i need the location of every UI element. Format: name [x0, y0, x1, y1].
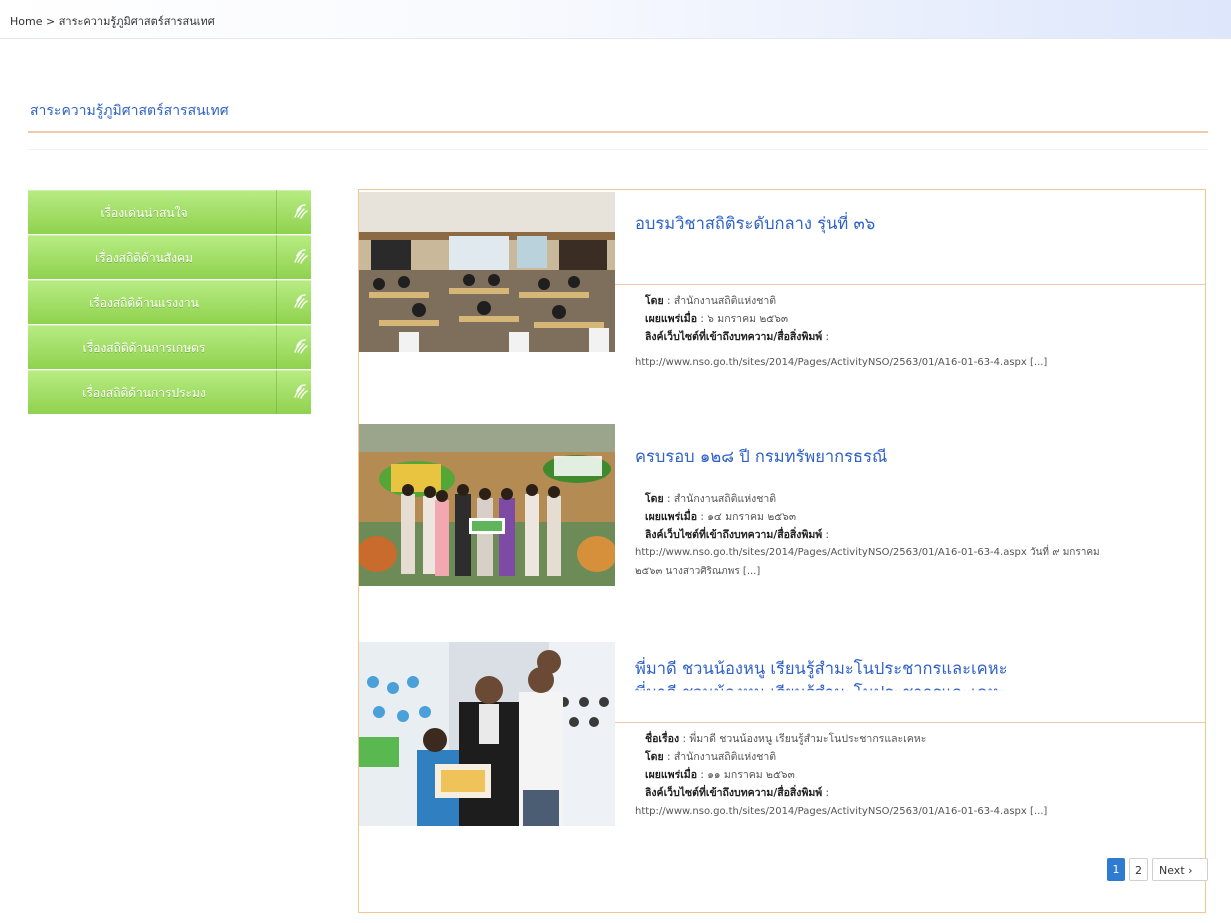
sign-language-icon	[294, 339, 308, 354]
published-value: ๖ มกราคม ๒๕๖๓	[707, 313, 789, 325]
article-divider	[615, 722, 1205, 723]
author-label: โดย	[645, 295, 664, 307]
article-link-label: ลิงค์เว็บไซต์ที่เข้าถึงบทความ/สื่อสิ่งพิ…	[645, 529, 830, 541]
article-title[interactable]: ครบรอบ ๑๒๘ ปี กรมทรัพยากรธรณี	[635, 444, 887, 470]
sidebar-item-label: เรื่องเด่นน่าสนใจ	[100, 206, 188, 220]
article-author: โดย : สำนักงานสถิติแห่งชาติ	[645, 493, 777, 505]
sidebar-item-fishery[interactable]: เรื่องสถิติด้านการประมง	[28, 370, 311, 414]
sidebar-item-label: เรื่องสถิติด้านการเกษตร	[82, 341, 206, 355]
article-thumbnail[interactable]	[359, 424, 615, 586]
link-label: ลิงค์เว็บไซต์ที่เข้าถึงบทความ/สื่อสิ่งพิ…	[645, 331, 823, 343]
published-label: เผยแพร่เมื่อ	[645, 769, 698, 781]
sidebar-menu: เรื่องเด่นน่าสนใจ เรื่องสถิติด้านสังคม เ…	[28, 190, 311, 415]
page-1-button[interactable]: 1	[1107, 858, 1125, 881]
article-divider	[615, 284, 1205, 285]
sidebar-divider	[276, 190, 277, 234]
name-label: ชื่อเรื่อง	[645, 733, 680, 745]
page-2-button[interactable]: 2	[1129, 858, 1148, 881]
page-title: สาระความรู้ภูมิศาสตร์สารสนเทศ	[30, 103, 229, 119]
sign-language-icon	[294, 249, 308, 264]
link-label: ลิงค์เว็บไซต์ที่เข้าถึงบทความ/สื่อสิ่งพิ…	[645, 787, 823, 799]
author-label: โดย	[645, 751, 664, 763]
top-bar: Home > สาระความรู้ภูมิศาสตร์สารสนเทศ	[0, 0, 1231, 39]
link-label: ลิงค์เว็บไซต์ที่เข้าถึงบทความ/สื่อสิ่งพิ…	[645, 529, 823, 541]
title-divider-secondary	[28, 149, 1208, 150]
sidebar-item-labor[interactable]: เรื่องสถิติด้านแรงงาน	[28, 280, 311, 324]
sign-language-icon	[294, 204, 308, 219]
article-title[interactable]: พี่มาดี ชวนน้องหนู เรียนรู้สำมะโนประชากร…	[635, 656, 1007, 682]
article-link-label: ลิงค์เว็บไซต์ที่เข้าถึงบทความ/สื่อสิ่งพิ…	[645, 787, 830, 799]
article-published: เผยแพร่เมื่อ : ๑๔ มกราคม ๒๕๖๓	[645, 511, 797, 523]
sidebar-item-label: เรื่องสถิติด้านสังคม	[95, 251, 193, 265]
sidebar-divider	[276, 370, 277, 414]
sidebar-divider	[276, 325, 277, 369]
article-link-label: ลิงค์เว็บไซต์ที่เข้าถึงบทความ/สื่อสิ่งพิ…	[645, 331, 830, 343]
breadcrumb[interactable]: Home > สาระความรู้ภูมิศาสตร์สารสนเทศ	[10, 12, 215, 30]
sign-language-icon	[294, 384, 308, 399]
sidebar-item-agriculture[interactable]: เรื่องสถิติด้านการเกษตร	[28, 325, 311, 369]
sidebar-item-social[interactable]: เรื่องสถิติด้านสังคม	[28, 235, 311, 279]
article-link[interactable]: http://www.nso.go.th/sites/2014/Pages/Ac…	[635, 803, 1047, 820]
article-thumbnail[interactable]	[359, 642, 615, 826]
sidebar-item-label: เรื่องสถิติด้านการประมง	[82, 386, 206, 400]
article-title-duplicate: พี่มาดี ชวนน้องหนู เรียนรู้สำมะโนประชากร…	[635, 683, 1008, 702]
article-title[interactable]: อบรมวิชาสถิติระดับกลาง รุ่นที่ ๓๖	[635, 211, 875, 237]
article-thumbnail[interactable]	[359, 192, 615, 352]
published-value: ๑๔ มกราคม ๒๕๖๓	[707, 511, 797, 523]
name-value: พี่มาดี ชวนน้องหนู เรียนรู้สำมะโนประชากร…	[689, 733, 927, 745]
sidebar-item-highlight[interactable]: เรื่องเด่นน่าสนใจ	[28, 190, 311, 234]
published-value: ๑๑ มกราคม ๒๕๖๓	[707, 769, 795, 781]
article-published: เผยแพร่เมื่อ : ๖ มกราคม ๒๕๖๓	[645, 313, 789, 325]
article-name: ชื่อเรื่อง : พี่มาดี ชวนน้องหนู เรียนรู้…	[645, 733, 927, 745]
article-author: โดย : สำนักงานสถิติแห่งชาติ	[645, 295, 777, 307]
published-label: เผยแพร่เมื่อ	[645, 511, 698, 523]
sign-language-icon	[294, 294, 308, 309]
next-page-button[interactable]: Next ›	[1152, 858, 1208, 881]
article-published: เผยแพร่เมื่อ : ๑๑ มกราคม ๒๕๖๓	[645, 769, 795, 781]
sidebar-divider	[276, 280, 277, 324]
sidebar-item-label: เรื่องสถิติด้านแรงงาน	[89, 296, 199, 310]
article-link-continued: ๒๕๖๓ นางสาวศิริณภพร [...]	[635, 566, 761, 577]
published-label: เผยแพร่เมื่อ	[645, 313, 698, 325]
author-value: สำนักงานสถิติแห่งชาติ	[673, 751, 777, 763]
author-value: สำนักงานสถิติแห่งชาติ	[673, 295, 777, 307]
article-author: โดย : สำนักงานสถิติแห่งชาติ	[645, 751, 777, 763]
author-value: สำนักงานสถิติแห่งชาติ	[673, 493, 777, 505]
article-link[interactable]: http://www.nso.go.th/sites/2014/Pages/Ac…	[635, 544, 1100, 561]
title-divider	[28, 131, 1208, 133]
author-label: โดย	[645, 493, 664, 505]
article-list: อบรมวิชาสถิติระดับกลาง รุ่นที่ ๓๖ โดย : …	[358, 189, 1208, 913]
article-link[interactable]: http://www.nso.go.th/sites/2014/Pages/Ac…	[635, 354, 1047, 371]
sidebar-divider	[276, 235, 277, 279]
